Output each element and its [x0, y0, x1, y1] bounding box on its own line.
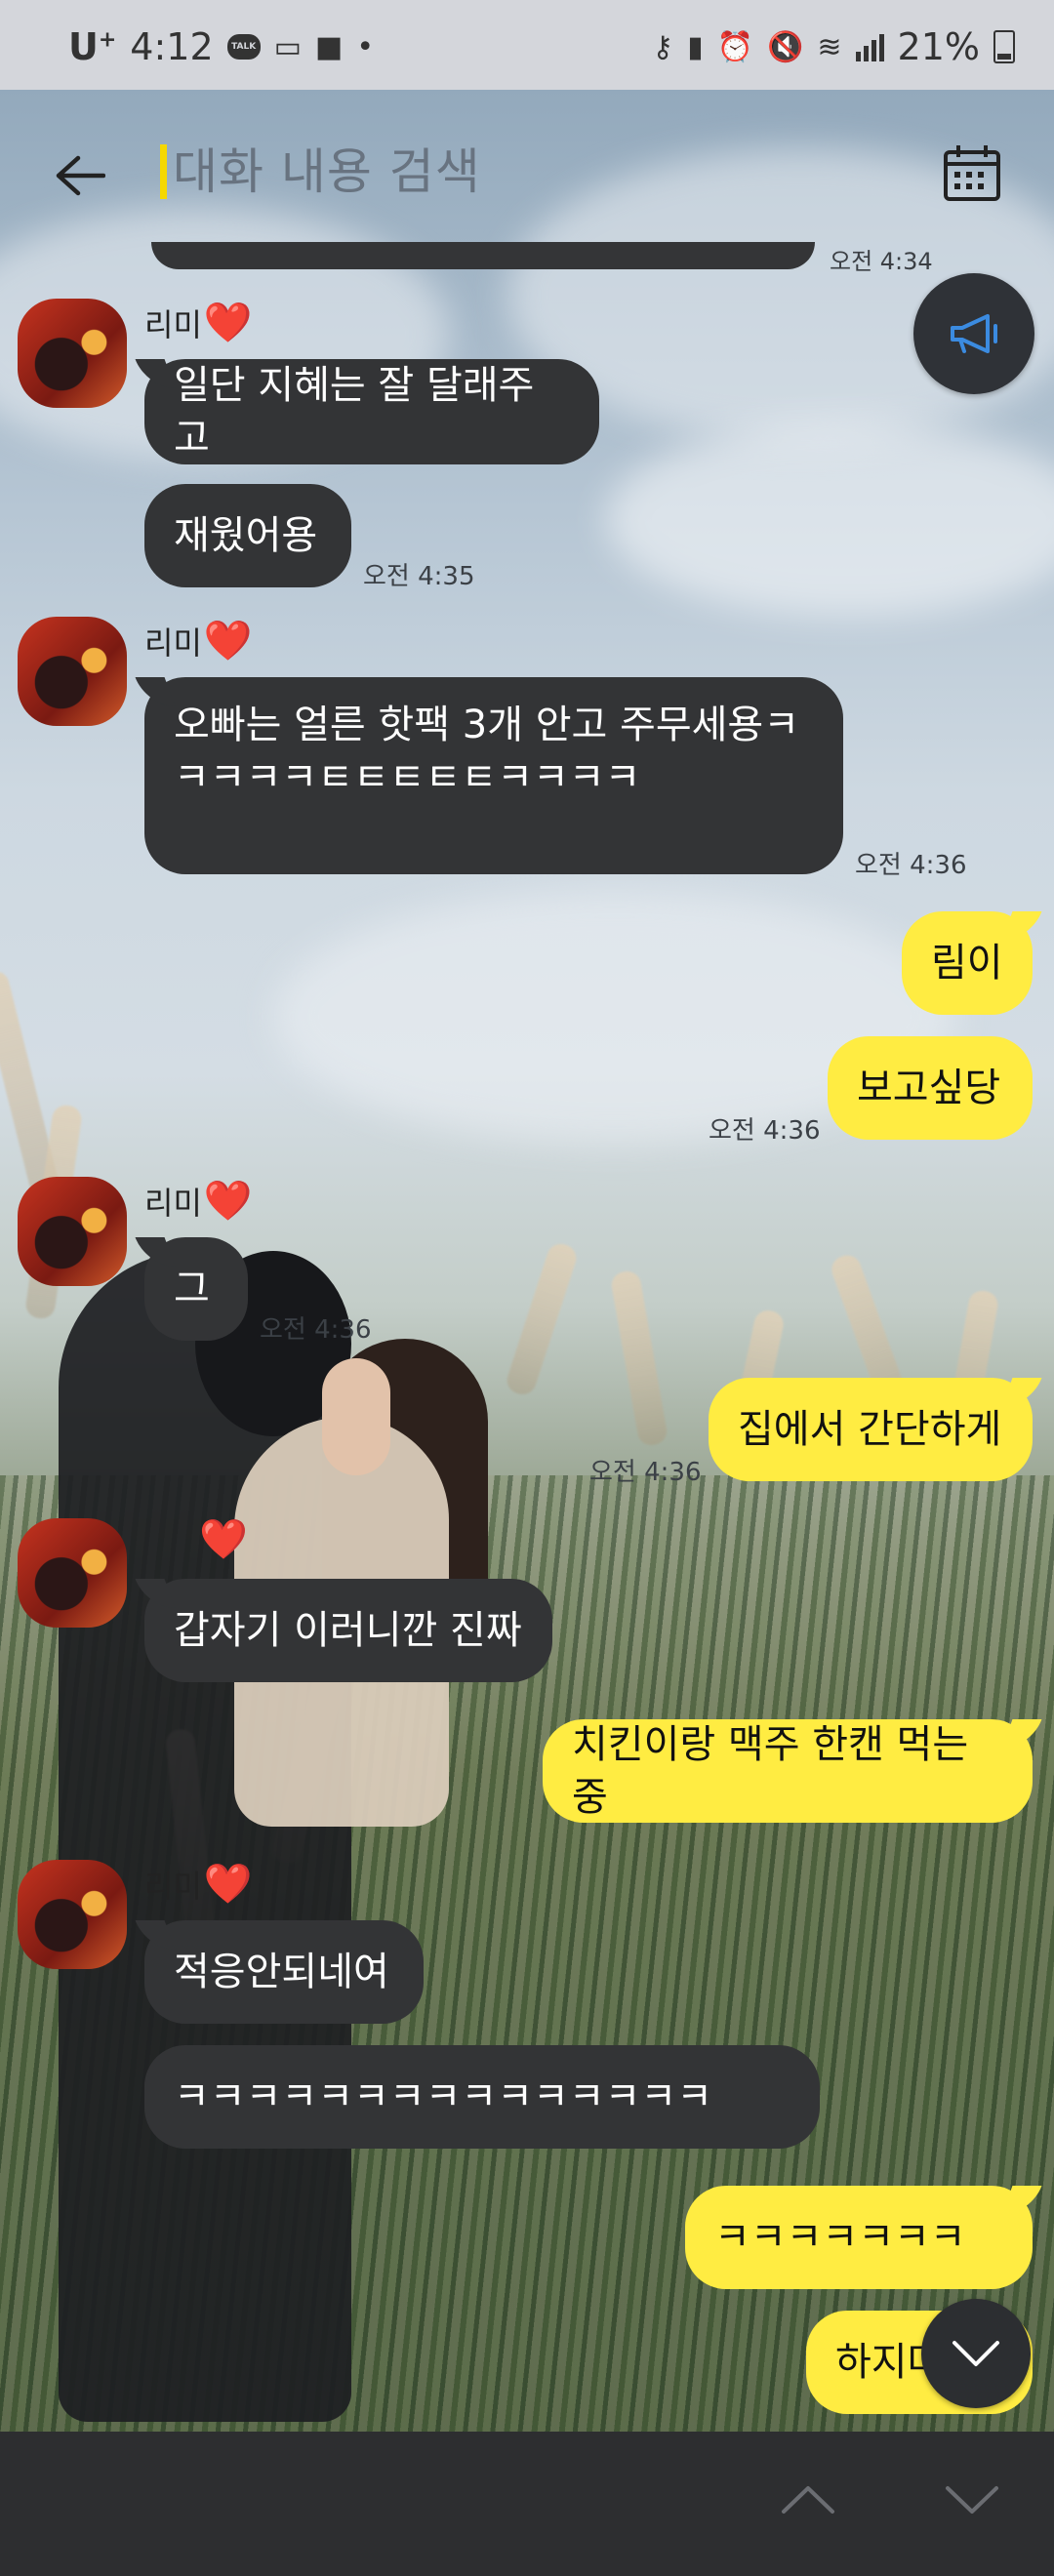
text-caret: [160, 144, 167, 199]
heart-icon: ❤️: [203, 619, 253, 664]
sender-name: 리미 ❤️: [144, 301, 253, 345]
battery-icon: [993, 30, 1015, 63]
status-time: 4:12: [130, 25, 214, 68]
profile-avatar[interactable]: [18, 299, 127, 408]
message-bubble-incoming[interactable]: 재웠어용: [144, 484, 351, 587]
heart-icon: ❤️: [203, 1862, 253, 1907]
wifi-icon: ≋: [817, 29, 842, 64]
chevron-down-icon: [946, 2486, 998, 2514]
announcement-button[interactable]: [913, 273, 1034, 394]
message-bubble-outgoing[interactable]: 림이: [902, 911, 1033, 1015]
previous-result-button[interactable]: [769, 2471, 847, 2529]
sender-name: 리미 ❤️: [144, 1862, 253, 1907]
back-button[interactable]: [51, 146, 109, 205]
more-notifications-dot-icon: •: [356, 29, 375, 64]
megaphone-icon: [951, 314, 997, 353]
message-bubble-incoming[interactable]: 갑자기 이러니깐 진짜: [144, 1579, 552, 1682]
kakaotalk-notification-icon: TALK: [226, 34, 261, 60]
carrier-label: U+: [68, 25, 117, 68]
sender-name: 리미 ❤️: [144, 1179, 253, 1224]
heart-icon: ❤️: [203, 1179, 253, 1224]
key-icon: ⚷: [652, 29, 674, 64]
message-bubble-incoming[interactable]: 오빠는 얼른 핫팩 3개 안고 주무세용ㅋㅋㅋㅋㅋㅌㅌㅌㅌㅌㅋㅋㅋㅋ: [144, 677, 843, 874]
message-bubble-incoming[interactable]: 일단 지혜는 잘 달래주고: [144, 359, 599, 464]
voicemail-icon: ▭: [273, 29, 302, 64]
message-time: 오전 4:36: [855, 851, 967, 880]
calendar-icon: [944, 145, 1000, 201]
profile-avatar[interactable]: [18, 1860, 127, 1969]
arrow-left-icon: [56, 155, 105, 196]
next-result-button[interactable]: [933, 2471, 1011, 2529]
scroll-to-bottom-button[interactable]: [921, 2299, 1031, 2408]
sender-heart-label: ❤️: [144, 1520, 248, 1559]
signal-icon: [855, 32, 884, 61]
mute-icon: 🔇: [767, 29, 804, 64]
message-bubble-incoming[interactable]: ㅋㅋㅋㅋㅋㅋㅋㅋㅋㅋㅋㅋㅋㅋㅋ: [144, 2045, 820, 2149]
message-bubble-outgoing[interactable]: 치킨이랑 맥주 한캔 먹는중: [543, 1719, 1033, 1823]
message-time: 오전 4:34: [830, 248, 933, 275]
search-navigation-bar: [0, 2432, 1054, 2576]
profile-avatar[interactable]: [18, 1518, 127, 1628]
message-bubble-incoming[interactable]: 그: [144, 1237, 248, 1341]
status-bar: U+ 4:12 TALK ▭ ■ • ⚷ ▮ ⏰ 🔇 ≋ 21%: [0, 0, 1054, 90]
profile-avatar[interactable]: [18, 617, 127, 726]
alarm-icon: ⏰: [716, 29, 754, 64]
message-bubble-outgoing[interactable]: 집에서 간단하게: [709, 1378, 1033, 1481]
chevron-down-icon: [953, 2341, 999, 2366]
message-bubble-incoming[interactable]: 적응안되네여: [144, 1920, 424, 2024]
search-input[interactable]: [171, 142, 809, 201]
message-bubble-outgoing[interactable]: ㅋㅋㅋㅋㅋㅋㅋ: [685, 2186, 1033, 2289]
message-notification-icon: ■: [315, 29, 344, 64]
message-time: 오전 4:36: [589, 1458, 702, 1487]
battery-saver-icon: ▮: [687, 29, 704, 64]
chevron-up-icon: [782, 2486, 834, 2514]
message-time: 오전 4:35: [363, 562, 475, 591]
message-time: 오전 4:36: [260, 1315, 372, 1345]
profile-avatar[interactable]: [18, 1177, 127, 1286]
heart-icon: ❤️: [203, 301, 253, 345]
battery-percent: 21%: [897, 25, 980, 68]
calendar-button[interactable]: [941, 142, 1003, 205]
chat-search-field[interactable]: [160, 137, 843, 207]
heart-icon: ❤️: [199, 1517, 248, 1562]
message-time: 오전 4:36: [709, 1116, 821, 1146]
sender-name: 리미 ❤️: [144, 619, 253, 664]
message-bubble-outgoing[interactable]: 보고싶당: [828, 1036, 1033, 1140]
cut-off-message-bubble: [151, 242, 815, 269]
